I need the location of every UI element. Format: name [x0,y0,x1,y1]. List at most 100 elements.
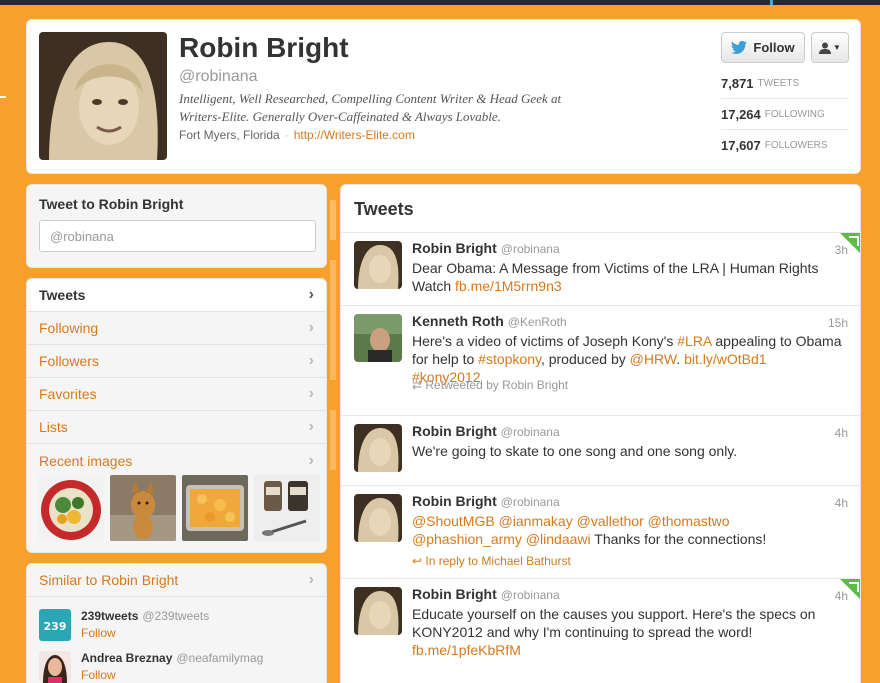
tweet-handle: @robinana [500,495,560,509]
chevron-right-icon: › [308,385,314,402]
tweet-text-content: Thanks for the connections! [590,531,767,547]
mention-link[interactable]: @ianmakay [499,513,573,529]
in-reply-to[interactable]: ↩ In reply to Michael Bathurst [412,554,571,568]
tweet-handle: @KenRoth [507,315,567,329]
tweet-time[interactable]: 3h [835,243,848,257]
stat-followers[interactable]: 17,607 FOLLOWERS [721,130,849,161]
reply-arrow-icon: ↩ [412,554,426,568]
tweet-avatar[interactable] [354,494,402,542]
mention-link[interactable]: @thomastwo [648,513,730,529]
nav-recent-images[interactable]: Recent images › [27,444,326,477]
background-pattern [327,180,340,683]
stat-count: 7,871 [721,75,754,91]
tweet-author[interactable]: Kenneth Roth [412,313,504,329]
chevron-right-icon: › [308,286,314,303]
tweet[interactable]: Robin Bright @robinana 3h Dear Obama: A M… [341,232,860,305]
nav-label: Followers [39,353,99,369]
top-bar [0,0,880,5]
stat-count: 17,264 [721,106,761,122]
similar-user-avatar[interactable]: 239 [39,609,71,641]
similar-user-name[interactable]: 239tweets [81,609,138,623]
tweet-handle: @robinana [500,242,560,256]
recent-image[interactable] [254,475,320,541]
nav-tweets[interactable]: Tweets › [27,279,326,312]
tweet[interactable]: Kenneth Roth @KenRoth 15h Here's a video … [341,305,860,415]
tweet-time[interactable]: 4h [835,496,848,510]
chevron-down-icon: ▼ [833,43,841,52]
stat-following[interactable]: 17,264 FOLLOWING [721,99,849,130]
bird-icon [731,41,748,54]
tweet-avatar[interactable] [354,424,402,472]
nav-following[interactable]: Following › [27,312,326,345]
url-link[interactable]: bit.ly/wOtBd1 [684,351,766,367]
nav-label: Following [39,320,99,336]
profile-website-link[interactable]: http://Writers-Elite.com [294,128,415,142]
similar-header[interactable]: Similar to Robin Bright › [27,564,326,597]
follow-button[interactable]: Follow [721,32,805,63]
mention-link[interactable]: @ShoutMGB [412,513,495,529]
similar-user-handle: @neafamilymag [176,651,264,665]
similar-follow-link[interactable]: Follow [81,626,209,640]
tweet[interactable]: Robin Bright @robinana 4h We're going to … [341,415,860,485]
separator-dot: · [284,128,289,142]
hashtag-link[interactable]: #LRA [677,333,711,349]
tweet-author[interactable]: Robin Bright [412,586,497,602]
chevron-right-icon: › [308,451,314,469]
tweet-author[interactable]: Robin Bright [412,240,497,256]
stat-tweets[interactable]: 7,871 TWEETS [721,68,849,99]
mention-link[interactable]: @vallethor [577,513,644,529]
tweet-avatar[interactable] [354,587,402,635]
mention-link[interactable]: @lindaawi [526,531,591,547]
top-bar-accent [770,0,773,5]
recent-image[interactable] [182,475,248,541]
profile-location-line: Fort Myers, Florida · http://Writers-Elite… [179,128,415,142]
nav-label: Favorites [39,386,97,402]
profile-header: Robin Bright @robinana Intelligent, Well… [26,19,861,174]
tweet-avatar[interactable] [354,241,402,289]
tweet-time[interactable]: 15h [828,316,848,330]
nav-label: Lists [39,419,68,435]
tweet-to-input[interactable]: @robinana [39,220,316,252]
background-mark [0,96,6,98]
recent-image[interactable] [110,475,176,541]
tweet-to-box: Tweet to Robin Bright @robinana [26,184,327,268]
nav-followers[interactable]: Followers › [27,345,326,378]
nav-lists[interactable]: Lists › [27,411,326,444]
similar-user-item: Andrea Breznay @neafamilymag Follow [39,651,263,683]
retweeted-by[interactable]: ⇄ Retweeted by Robin Bright [412,378,568,392]
similar-follow-link[interactable]: Follow [81,668,263,682]
nav-label: Tweets [39,287,86,303]
tweet-avatar[interactable] [354,314,402,362]
tweet-link[interactable]: fb.me/1M5rrn9n3 [455,278,562,294]
hashtag-link[interactable]: #stopkony [478,351,541,367]
profile-handle: @robinana [179,68,258,85]
nav-favorites[interactable]: Favorites › [27,378,326,411]
similar-user-name-line: 239tweets @239tweets [81,609,209,623]
stat-count: 17,607 [721,138,761,153]
chevron-right-icon: › [308,352,314,369]
similar-user-name[interactable]: Andrea Breznay [81,651,172,665]
retweet-icon: ⇄ [412,378,426,392]
tweet-text-content: . [676,351,685,367]
similar-user-avatar[interactable] [39,651,71,683]
user-actions-button[interactable]: ▼ [811,32,849,63]
tweet-header: Robin Bright @robinana [412,586,560,602]
profile-avatar[interactable] [39,32,167,160]
chevron-right-icon: › [308,418,314,435]
tweet-author[interactable]: Robin Bright [412,493,497,509]
tweet-handle: @robinana [500,425,560,439]
nav-label: Recent images [39,452,133,469]
mention-link[interactable]: @HRW [630,351,677,367]
tweets-timeline: Tweets Robin Bright @robinana 3h Dear Oba… [340,184,861,683]
tweet[interactable]: Robin Bright @robinana 4h @ShoutMGB @ianm… [341,485,860,578]
tweet-time[interactable]: 4h [835,589,848,603]
tweet-link[interactable]: fb.me/1pfeKbRfM [412,642,521,658]
tweet-author[interactable]: Robin Bright [412,423,497,439]
profile-location: Fort Myers, Florida [179,128,280,142]
person-icon [819,42,832,54]
tweet-time[interactable]: 4h [835,426,848,440]
mention-link[interactable]: @phashion_army [412,531,522,547]
stat-label: FOLLOWING [764,108,825,120]
tweet[interactable]: Robin Bright @robinana 4h Educate yoursel… [341,578,860,673]
recent-image[interactable] [38,475,104,541]
